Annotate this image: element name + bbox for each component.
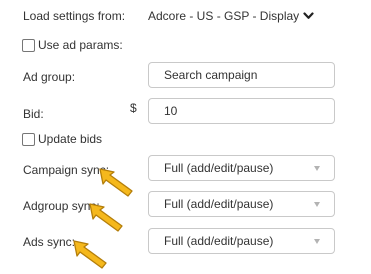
- bid-currency: $: [130, 101, 137, 115]
- caret-down-icon: [314, 165, 320, 171]
- pointer-arrow-icon: [99, 168, 133, 197]
- load-settings-value: Adcore - US - GSP - Display: [148, 9, 300, 23]
- pointer-arrow-icon: [89, 203, 123, 232]
- pointer-arrow-icon: [73, 240, 107, 269]
- caret-down-icon: [314, 238, 320, 244]
- ads-sync-label: Ads sync:: [23, 235, 76, 249]
- ad-group-input[interactable]: Search campaign: [148, 62, 335, 88]
- use-ad-params-checkbox[interactable]: [22, 38, 35, 52]
- adgroup-sync-select[interactable]: Full (add/edit/pause): [148, 191, 335, 217]
- adgroup-sync-value: Full (add/edit/pause): [164, 197, 274, 211]
- use-ad-params-label: Use ad params:: [38, 38, 123, 52]
- chevron-down-icon: [303, 12, 314, 19]
- load-settings-dropdown[interactable]: Adcore - US - GSP - Display: [148, 9, 314, 23]
- use-ad-params-row: Use ad params:: [22, 38, 123, 52]
- ads-sync-value: Full (add/edit/pause): [164, 234, 274, 248]
- update-bids-row: Update bids: [22, 132, 102, 146]
- caret-down-icon: [314, 201, 320, 207]
- update-bids-checkbox[interactable]: [22, 132, 35, 146]
- ad-group-label: Ad group:: [23, 70, 76, 84]
- ads-sync-select[interactable]: Full (add/edit/pause): [148, 228, 335, 254]
- bid-input[interactable]: 10: [148, 98, 335, 124]
- campaign-sync-select[interactable]: Full (add/edit/pause): [148, 155, 335, 181]
- bid-label: Bid:: [23, 107, 44, 121]
- campaign-sync-label: Campaign sync:: [23, 163, 110, 177]
- bid-value: 10: [164, 104, 178, 118]
- ad-group-value: Search campaign: [164, 68, 258, 82]
- campaign-sync-value: Full (add/edit/pause): [164, 161, 274, 175]
- update-bids-label: Update bids: [38, 132, 103, 146]
- load-settings-label: Load settings from:: [23, 9, 126, 23]
